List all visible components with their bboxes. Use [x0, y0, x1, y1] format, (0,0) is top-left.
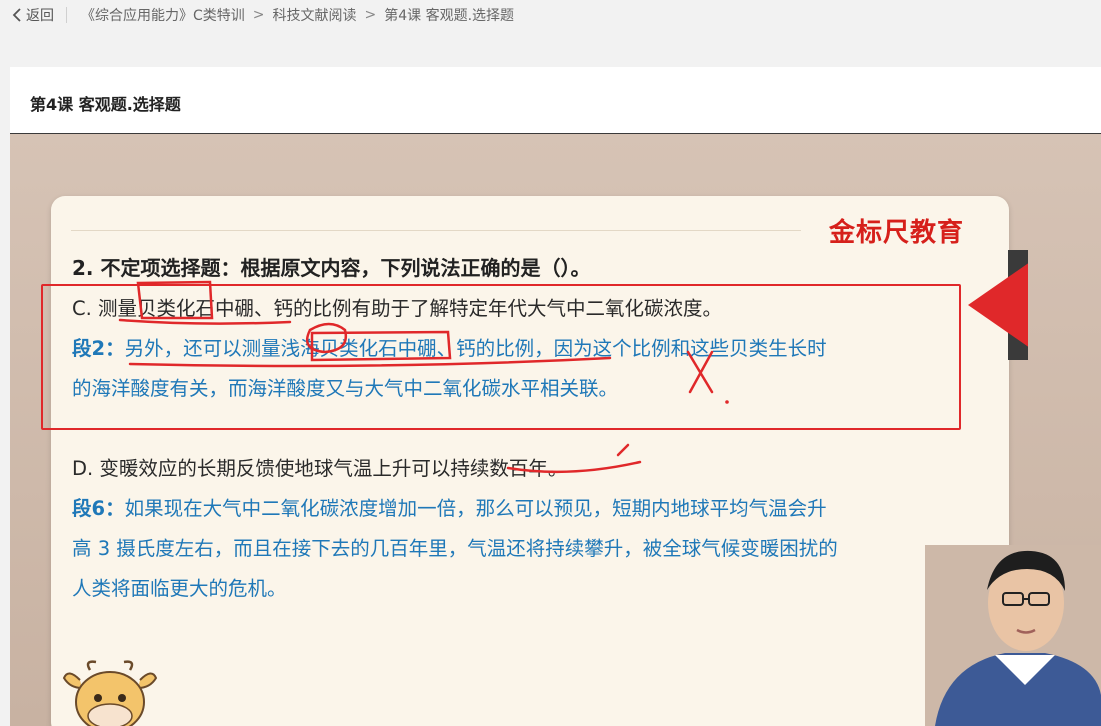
option-d: D. 变暖效应的长期反馈使地球气温上升可以持续数百年。	[72, 457, 568, 480]
breadcrumb-separator: >	[364, 7, 377, 23]
page-title: 第4课 客观题.选择题	[30, 95, 181, 114]
paragraph-6-line-3: 人类将面临更大的危机。	[72, 577, 287, 600]
lecture-slide: 金标尺教育 2. 不定项选择题：根据原文内容，下列说法正确的是（）。 C. 测量…	[51, 196, 1009, 726]
divider	[66, 7, 67, 23]
teacher-video	[925, 545, 1101, 726]
mascot-icon	[62, 660, 158, 726]
breadcrumb-item-lesson: 第4课 客观题.选择题	[384, 8, 515, 24]
highlight-box	[41, 284, 961, 430]
question-text: 2. 不定项选择题：根据原文内容，下列说法正确的是（）。	[72, 256, 591, 280]
breadcrumb: 《综合应用能力》C类特训 > 科技文献阅读 > 第4课 客观题.选择题	[81, 5, 514, 25]
breadcrumb-item-section[interactable]: 科技文献阅读	[273, 5, 357, 25]
brand-logo: 金标尺教育	[829, 218, 965, 248]
paragraph-6-line-2: 高 3 摄氏度左右，而且在接下去的几百年里，气温还将持续攀升，被全球气候变暖困扰…	[72, 537, 838, 560]
breadcrumb-item-course[interactable]: 《综合应用能力》C类特训	[81, 5, 245, 25]
paragraph-6-label: 段6：	[72, 497, 125, 520]
paragraph-6-line-1: 段6：如果现在大气中二氧化碳浓度增加一倍，那么可以预见，短期内地球平均气温会升	[72, 492, 827, 521]
pointer-arrow-icon	[968, 250, 1028, 360]
slide-divider	[71, 230, 801, 231]
back-label: 返回	[26, 8, 54, 24]
back-button[interactable]: 返回	[0, 5, 54, 25]
paragraph-6-text: 如果现在大气中二氧化碳浓度增加一倍，那么可以预见，短期内地球平均气温会升	[124, 497, 827, 520]
lesson-header: 第4课 客观题.选择题	[10, 67, 1101, 134]
chevron-left-icon	[12, 8, 21, 22]
breadcrumb-separator: >	[252, 7, 265, 23]
top-bar: 返回 《综合应用能力》C类特训 > 科技文献阅读 > 第4课 客观题.选择题	[0, 0, 1101, 30]
